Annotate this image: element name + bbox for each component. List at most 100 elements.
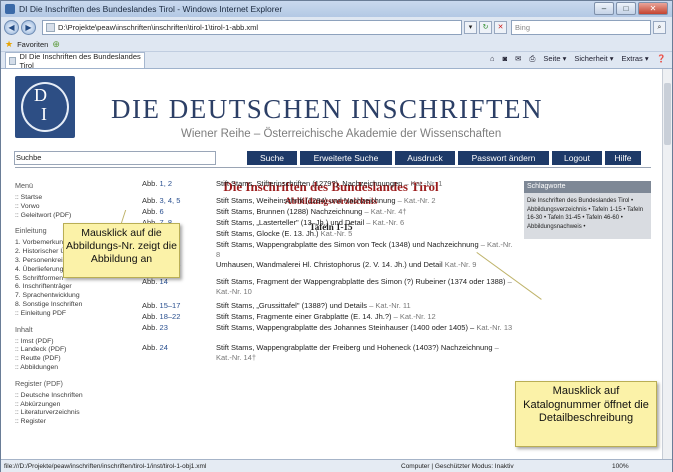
search-icon[interactable]: ⌕ — [653, 20, 666, 34]
sidebar-item[interactable]: :: Vorwo — [15, 203, 135, 212]
sidebar-item[interactable]: :: Abbildungen — [15, 364, 135, 373]
figure-number: Abb. 14 — [142, 277, 214, 287]
figure-text: Stift Stams, Stifterinschriften (1279?),… — [216, 179, 403, 188]
figure-link[interactable]: 15–17 — [160, 301, 181, 310]
catalog-link[interactable]: – Kat.-Nr. 11 — [369, 301, 411, 310]
logo-letter-i: I — [41, 104, 47, 124]
figure-number: Abb. 23 — [142, 323, 214, 333]
stop-icon[interactable]: ✕ — [494, 20, 507, 34]
sidebar-heading-menu: Menü — [15, 181, 33, 190]
figure-link[interactable]: 3, 4, 5 — [160, 196, 181, 205]
figure-link[interactable]: 23 — [160, 323, 168, 332]
di-logo[interactable]: D I — [15, 76, 75, 138]
nav-ausdruck[interactable]: Ausdruck — [395, 151, 455, 165]
vertical-scrollbar[interactable] — [662, 69, 672, 459]
tab-active[interactable]: DI Die Inschriften des Bundeslandes Tiro… — [5, 52, 145, 70]
nav-erweiterte-suche[interactable]: Erweiterte Suche — [300, 151, 392, 165]
sidebar-item[interactable]: :: Imst (PDF) — [15, 338, 135, 347]
catalog-link[interactable]: – Kat.-Nr. 1 — [404, 179, 442, 188]
abb-label: Abb. — [142, 277, 158, 286]
site-search-input[interactable]: Suchbe — [14, 151, 216, 165]
star-icon[interactable]: ★ — [5, 39, 13, 50]
sidebar-item[interactable]: 8. Sonstige Inschriften — [15, 301, 135, 310]
figure-link[interactable]: 14 — [160, 277, 168, 286]
figure-link[interactable]: 6 — [160, 207, 164, 216]
sidebar-item[interactable]: 6. Inschriftenträger — [15, 283, 135, 292]
figure-text: Stift Stams, Weiheinschrift (1284) und N… — [216, 196, 396, 205]
sidebar-item[interactable]: :: Literaturverzeichnis — [15, 409, 135, 418]
figure-description: Stift Stams, Stifterinschriften (1279?),… — [216, 179, 514, 189]
callout-katalog: Mausklick auf Katalognummer öffnet die D… — [515, 381, 657, 447]
safety-menu[interactable]: Sicherheit ▾ — [574, 54, 613, 64]
figure-number: Abb. 24 — [142, 343, 214, 353]
sidebar-item[interactable]: 7. Sprachentwicklung — [15, 292, 135, 301]
abb-label: Abb. — [142, 196, 158, 205]
sidebar-heading-inhalt: Inhalt — [15, 324, 33, 334]
nav-suche[interactable]: Suche — [247, 151, 297, 165]
page-icon — [46, 22, 55, 32]
page-menu[interactable]: Seite ▾ — [543, 54, 566, 64]
catalog-link[interactable]: – Kat.-Nr. 4† — [364, 207, 406, 216]
url-input[interactable]: D:\Projekte\peaw\inschriften\inschriften… — [42, 19, 462, 35]
figure-text: Stift Stams, „Grussittafel" (1388?) und … — [216, 301, 368, 310]
search-placeholder: Bing — [515, 22, 531, 32]
keywords-box: Schlagworte Die Inschriften des Bundesla… — [524, 181, 651, 239]
figure-link[interactable]: 1, 2 — [160, 179, 173, 188]
figure-description: Stift Stams, Fragment der Wappengrabplat… — [216, 277, 514, 297]
search-input[interactable]: Bing — [511, 19, 651, 35]
refresh-icon[interactable]: ↻ — [479, 20, 492, 34]
figure-description: Umhausen, Wandmalerei Hl. Christophorus … — [216, 260, 514, 270]
catalog-link[interactable]: – Kat.-Nr. 6 — [366, 218, 404, 227]
nav-logout[interactable]: Logout — [552, 151, 602, 165]
figure-description: Stift Stams, „Grussittafel" (1388?) und … — [216, 301, 514, 311]
home-icon[interactable]: ⌂ — [490, 54, 495, 64]
figure-link[interactable]: 18–22 — [160, 312, 181, 321]
sidebar-item[interactable]: :: Register — [15, 418, 135, 427]
dropdown-icon[interactable]: ▾ — [464, 20, 477, 34]
figure-number: Abb. 6 — [142, 207, 214, 217]
page-content: D I DIE DEUTSCHEN INSCHRIFTEN Wiener Rei… — [1, 69, 663, 459]
sidebar: Menü :: Startse :: Vorwo :: Geleitwort (… — [15, 181, 135, 427]
print-icon[interactable]: ⎙ — [529, 54, 535, 64]
figure-text: Stift Stams, Brunnen (1288) Nachzeichnun… — [216, 207, 363, 216]
keywords-links[interactable]: Die Inschriften des Bundeslandes Tirol •… — [524, 193, 651, 235]
sidebar-item[interactable]: :: Deutsche Inschriften — [15, 392, 135, 401]
catalog-link[interactable]: – Kat.-Nr. 2 — [398, 196, 436, 205]
back-icon[interactable]: ◀ — [4, 19, 19, 35]
sidebar-item[interactable]: :: Geleitwort (PDF) — [15, 212, 135, 221]
favorites-button[interactable]: Favoriten — [17, 40, 48, 49]
minimize-button[interactable]: – — [594, 2, 614, 15]
tools-menu[interactable]: Extras ▾ — [622, 54, 649, 64]
figure-text: Stift Stams, Wappengrabplatte der Freibe… — [216, 343, 493, 352]
sidebar-item[interactable]: :: Einleitung PDF — [15, 310, 135, 319]
maximize-button[interactable]: □ — [616, 2, 636, 15]
figure-text: Stift Stams, Fragmente einer Grabplatte … — [216, 312, 392, 321]
abb-label: Abb. — [142, 207, 158, 216]
mail-icon[interactable]: ✉ — [515, 54, 521, 64]
forward-icon[interactable]: ▶ — [21, 19, 36, 35]
catalog-link[interactable]: – Kat.-Nr. 12 — [394, 312, 436, 321]
figure-description: Stift Stams, Wappengrabplatte des Simon … — [216, 240, 514, 260]
scroll-thumb[interactable] — [664, 83, 671, 145]
zoom-level[interactable]: 100% — [612, 463, 629, 470]
sidebar-item[interactable]: :: Abkürzungen — [15, 401, 135, 410]
close-button[interactable]: ✕ — [638, 2, 668, 15]
figure-description: Stift Stams, Glocke (E. 13. Jh.) Kat.-Nr… — [216, 229, 514, 239]
add-favorite-icon[interactable]: ⊕ — [52, 39, 60, 50]
sidebar-item[interactable]: :: Landeck (PDF) — [15, 346, 135, 355]
logo-letter-d: D — [34, 85, 47, 105]
catalog-link[interactable]: Kat.-Nr. 13 — [476, 323, 512, 332]
nav-passwort-aendern[interactable]: Passwort ändern — [458, 151, 549, 165]
help-icon[interactable]: ❓ — [657, 54, 666, 64]
feeds-icon[interactable]: ◙ — [503, 54, 508, 64]
figure-link[interactable]: 24 — [160, 343, 168, 352]
figure-description: Stift Stams, Wappengrabplatte des Johann… — [216, 323, 514, 333]
catalog-link[interactable]: Kat.-Nr. 9 — [445, 260, 477, 269]
sidebar-item[interactable]: :: Startse — [15, 194, 135, 203]
abb-label: Abb. — [142, 343, 158, 352]
nav-hilfe[interactable]: Hilfe — [605, 151, 641, 165]
figure-number: Abb. 3, 4, 5 — [142, 196, 214, 206]
sidebar-item[interactable]: :: Reutte (PDF) — [15, 355, 135, 364]
abb-label: Abb. — [142, 301, 158, 310]
catalog-link[interactable]: Kat.-Nr. 5 — [321, 229, 353, 238]
